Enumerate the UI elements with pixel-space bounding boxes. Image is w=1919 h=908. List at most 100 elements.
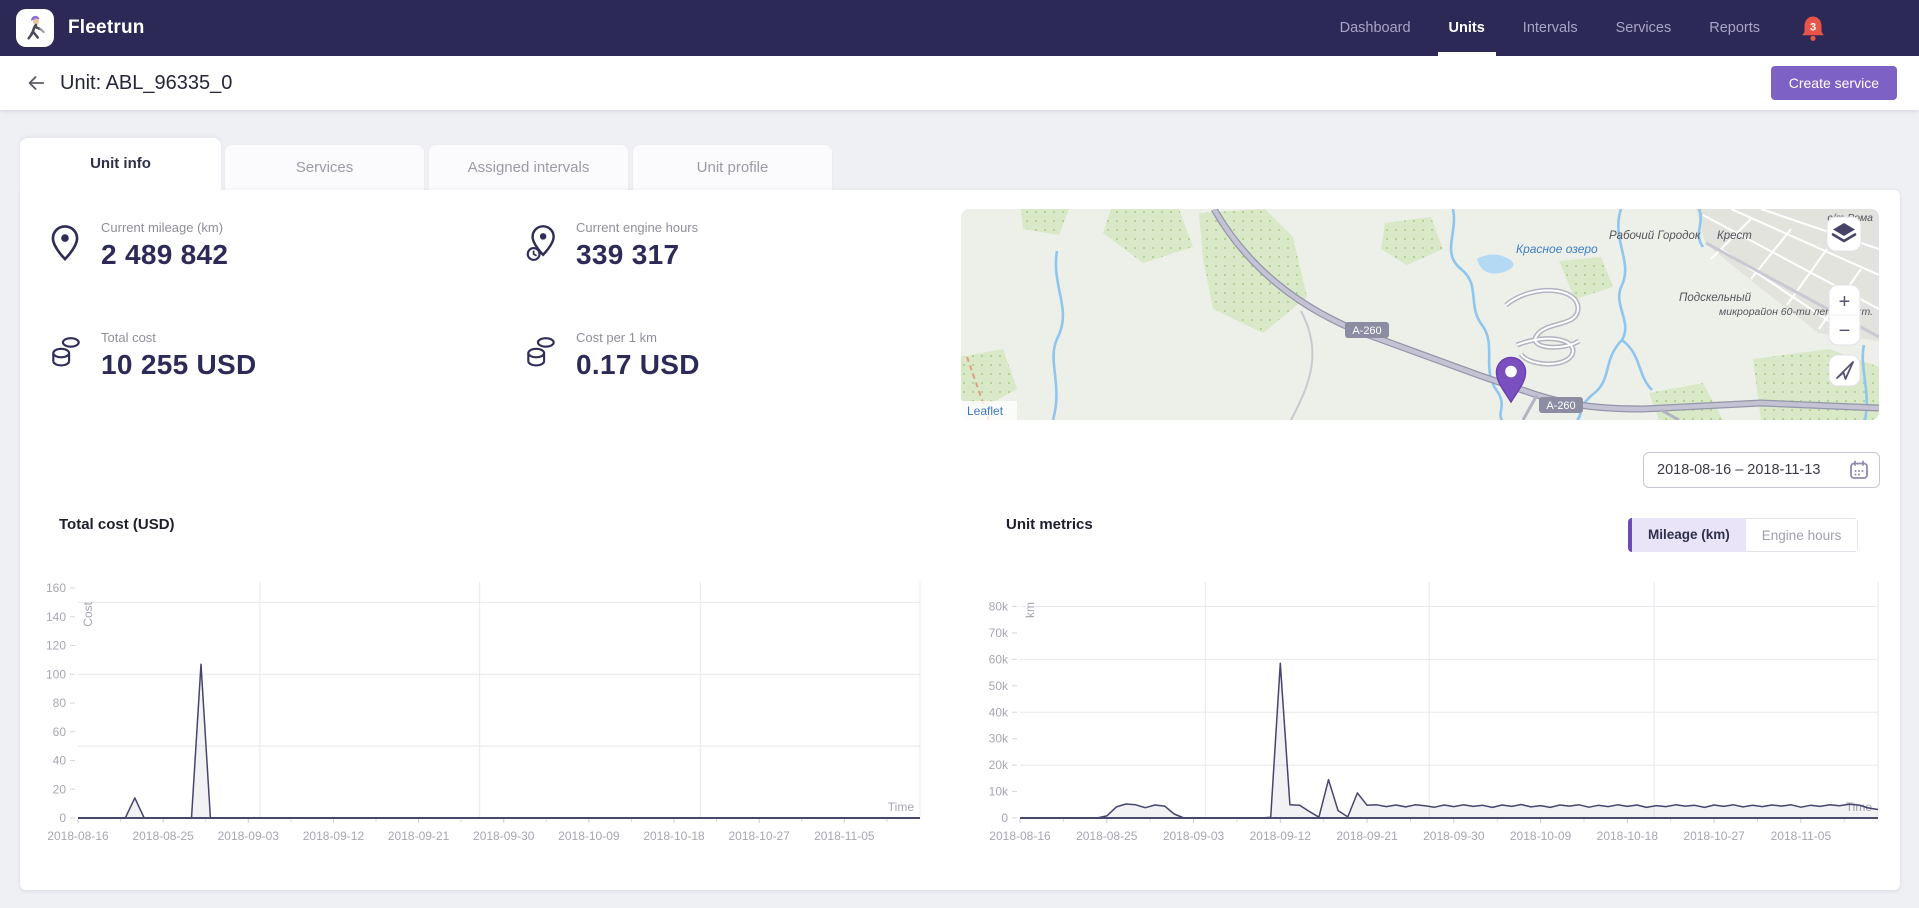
nav-menu: Dashboard Units Intervals Services Repor… (1321, 0, 1919, 56)
svg-text:2018-09-03: 2018-09-03 (218, 829, 280, 843)
svg-text:80k: 80k (989, 600, 1009, 614)
stat-total-cost: Total cost 10 255 USD (50, 330, 257, 381)
svg-text:2018-09-03: 2018-09-03 (1163, 829, 1225, 843)
zoom-in-button[interactable]: + (1839, 291, 1851, 313)
svg-text:2018-09-30: 2018-09-30 (1423, 829, 1485, 843)
unit-metrics-toggle: Mileage (km) Engine hours (1628, 518, 1858, 552)
svg-text:2018-11-05: 2018-11-05 (1771, 829, 1832, 843)
notifications-bell-icon[interactable]: 3 (1799, 13, 1827, 43)
svg-text:160: 160 (46, 581, 66, 595)
date-range-input[interactable]: 2018-08-16 – 2018-11-13 (1643, 452, 1880, 488)
calendar-icon (1849, 460, 1869, 480)
page: Fleetrun Dashboard Units Intervals Servi… (0, 0, 1919, 908)
stat-label: Current engine hours (576, 220, 698, 235)
toggle-mileage-km[interactable]: Mileage (km) (1628, 518, 1746, 552)
pin-clock-icon (525, 220, 561, 271)
stat-cost-per-km: Cost per 1 km 0.17 USD (525, 330, 700, 381)
unit-header: Unit: ABL_96335_0 Create service (0, 56, 1919, 110)
tab-unit-info[interactable]: Unit info (20, 138, 221, 190)
svg-text:140: 140 (46, 610, 66, 624)
nav-item-reports[interactable]: Reports (1690, 0, 1779, 56)
brand-title: Fleetrun (68, 17, 145, 39)
stat-label: Total cost (101, 330, 257, 345)
nav-item-units[interactable]: Units (1430, 0, 1504, 56)
map-label-lake: Красное озеро (1516, 242, 1598, 256)
road-label-a260: А-260 (1352, 325, 1381, 337)
svg-text:80: 80 (53, 696, 67, 710)
svg-text:2018-09-30: 2018-09-30 (473, 829, 535, 843)
stat-label: Cost per 1 km (576, 330, 700, 345)
stat-value: 10 255 USD (101, 349, 257, 381)
svg-text:10k: 10k (989, 785, 1009, 799)
svg-text:40k: 40k (989, 705, 1009, 719)
map-label-town: Рабочий Городок (1609, 230, 1701, 242)
notification-count-badge: 3 (1810, 22, 1816, 34)
coins-icon (525, 330, 561, 381)
unit-metrics-chart: 010k20k30k40k50k60k70k80k2018-08-162018-… (985, 572, 1900, 864)
svg-text:20: 20 (53, 782, 67, 796)
unit-metrics-chart-title: Unit metrics (1006, 516, 1093, 533)
map-label-krest: Крест (1717, 230, 1752, 242)
fleetrun-logo-icon (16, 9, 54, 47)
zoom-out-button[interactable]: − (1839, 320, 1851, 342)
map-canvas: А-260 А-260 Красное озеро Рабочий Городо… (961, 209, 1879, 420)
total-cost-chart-title: Total cost (USD) (59, 516, 175, 533)
tab-services[interactable]: Services (224, 144, 425, 190)
arrow-left-icon (25, 72, 47, 94)
runner-logo-icon (22, 14, 48, 42)
svg-text:2018-09-21: 2018-09-21 (388, 829, 450, 843)
svg-text:Cost: Cost (81, 601, 95, 626)
svg-text:2018-10-09: 2018-10-09 (558, 829, 620, 843)
map-layers-button[interactable] (1827, 217, 1861, 251)
svg-text:2018-09-12: 2018-09-12 (303, 829, 365, 843)
svg-text:2018-10-27: 2018-10-27 (728, 829, 790, 843)
svg-text:2018-08-16: 2018-08-16 (989, 829, 1051, 843)
total-cost-chart: 0204060801001201401602018-08-162018-08-2… (40, 572, 940, 864)
location-pin-icon (50, 220, 86, 271)
leaflet-link[interactable]: Leaflet (967, 404, 1004, 418)
svg-text:100: 100 (46, 667, 66, 681)
svg-text:60: 60 (53, 725, 67, 739)
page-title: Unit: ABL_96335_0 (60, 72, 232, 95)
svg-text:2018-09-12: 2018-09-12 (1250, 829, 1312, 843)
toggle-engine-hours[interactable]: Engine hours (1746, 518, 1859, 552)
svg-text:0: 0 (1001, 811, 1008, 825)
map-label-podskelny: Подскельный (1679, 292, 1752, 304)
back-button[interactable] (22, 69, 50, 97)
svg-text:20k: 20k (989, 758, 1009, 772)
unit-location-map[interactable]: А-260 А-260 Красное озеро Рабочий Городо… (961, 209, 1879, 420)
stat-current-mileage: Current mileage (km) 2 489 842 (50, 220, 228, 271)
create-service-button[interactable]: Create service (1771, 66, 1897, 100)
road-label-a260: А-260 (1546, 400, 1575, 412)
svg-text:2018-08-25: 2018-08-25 (132, 829, 194, 843)
map-locate-button[interactable] (1829, 355, 1860, 386)
svg-text:2018-10-18: 2018-10-18 (1597, 829, 1659, 843)
stat-value: 0.17 USD (576, 349, 700, 381)
map-attribution: Leaflet (961, 401, 1017, 420)
map-zoom-control: + − (1829, 285, 1860, 345)
tab-unit-profile[interactable]: Unit profile (632, 144, 833, 190)
coins-icon (50, 330, 86, 381)
nav-item-intervals[interactable]: Intervals (1504, 0, 1597, 56)
stat-engine-hours: Current engine hours 339 317 (525, 220, 698, 271)
svg-text:50k: 50k (989, 679, 1009, 693)
nav-item-services[interactable]: Services (1597, 0, 1691, 56)
date-range-value: 2018-08-16 – 2018-11-13 (1657, 462, 1849, 478)
svg-text:0: 0 (59, 811, 66, 825)
stat-value: 2 489 842 (101, 239, 228, 271)
stat-value: 339 317 (576, 239, 698, 271)
svg-text:120: 120 (46, 639, 66, 653)
tab-assigned-intervals[interactable]: Assigned intervals (428, 144, 629, 190)
svg-text:2018-09-21: 2018-09-21 (1336, 829, 1398, 843)
stat-label: Current mileage (km) (101, 220, 228, 235)
unit-info-panel: Current mileage (km) 2 489 842 Current e… (20, 190, 1900, 890)
nav-item-dashboard[interactable]: Dashboard (1321, 0, 1430, 56)
svg-text:2018-08-25: 2018-08-25 (1076, 829, 1138, 843)
svg-text:2018-10-27: 2018-10-27 (1683, 829, 1745, 843)
top-navbar: Fleetrun Dashboard Units Intervals Servi… (0, 0, 1919, 56)
svg-text:30k: 30k (989, 732, 1009, 746)
svg-text:2018-08-16: 2018-08-16 (47, 829, 109, 843)
svg-text:km: km (1023, 602, 1037, 618)
svg-text:2018-10-18: 2018-10-18 (643, 829, 705, 843)
svg-text:70k: 70k (989, 626, 1009, 640)
